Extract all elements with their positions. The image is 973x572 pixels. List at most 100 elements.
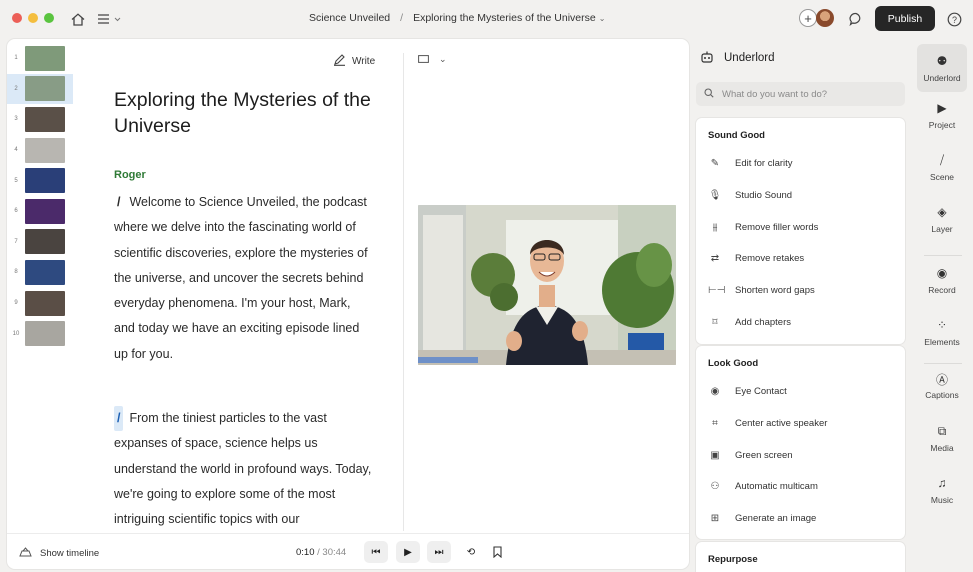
action-item[interactable]: ⇄ Remove retakes	[696, 243, 905, 275]
robot-icon	[700, 50, 714, 66]
scene-thumbnail[interactable]: 8	[7, 257, 73, 288]
close-window-button[interactable]	[12, 13, 22, 23]
minimize-window-button[interactable]	[28, 13, 38, 23]
script-editor: 1 2 3 4 5 6 7 8 9 10 Write ⌄ Exploring the Myster…	[7, 39, 689, 569]
action-item[interactable]: ✎ Edit for clarity	[696, 148, 905, 180]
scene-number: 6	[14, 208, 18, 215]
transcript-paragraph[interactable]: / Welcome to Science Unveiled, the podcas…	[114, 190, 374, 367]
rail-label: Project	[928, 120, 956, 130]
comment-icon[interactable]	[846, 9, 866, 29]
loop-button[interactable]: ⟲	[459, 541, 483, 563]
bookmark-button[interactable]	[485, 541, 509, 563]
filler-words-icon: ⫵	[712, 221, 718, 233]
loop-icon: ⟲	[466, 546, 476, 558]
scene-number: 4	[14, 147, 18, 154]
scene-thumbnail-image	[25, 321, 65, 347]
scene-marker[interactable]: /	[114, 190, 123, 215]
scene-thumbnail-image	[25, 259, 65, 285]
rail-item-scene[interactable]: ⧸ Scene	[917, 153, 967, 182]
home-icon[interactable]	[68, 9, 88, 29]
action-item[interactable]: ⚇ Automatic multicam	[696, 471, 905, 503]
play-icon: ▶	[404, 546, 412, 558]
rail-label: Captions	[925, 390, 959, 400]
action-item[interactable]: ▣ Green screen	[696, 439, 905, 471]
music-icon: ♫	[937, 476, 947, 490]
rail-label: Layer	[931, 224, 953, 234]
menu-icon[interactable]	[96, 9, 124, 29]
transcript-paragraph[interactable]: / From the tiniest particles to the vast …	[114, 406, 374, 532]
layout-icon	[418, 54, 429, 65]
scene-thumbnail[interactable]: 4	[7, 135, 73, 166]
video-preview[interactable]	[418, 205, 676, 365]
search-icon	[704, 87, 714, 101]
show-timeline-button[interactable]: Show timeline	[19, 547, 99, 560]
panel-divider[interactable]	[403, 53, 404, 531]
pen-icon	[333, 53, 346, 69]
rail-item-project[interactable]: ▶ Project	[917, 101, 967, 130]
generate-image-icon: ⊞	[710, 513, 720, 525]
rail-label: Music	[930, 495, 954, 505]
add-collaborator-button[interactable]: +	[799, 9, 817, 27]
scene-number: 1	[14, 55, 18, 62]
write-mode-button[interactable]: Write	[333, 53, 375, 69]
center-speaker-icon: ⌗	[712, 418, 718, 430]
action-label: Center active speaker	[735, 418, 828, 430]
action-label: Green screen	[735, 449, 793, 461]
maximize-window-button[interactable]	[44, 13, 54, 23]
document-title[interactable]: Exploring the Mysteries of the Universe	[114, 87, 394, 139]
captions-icon: Ⓐ	[935, 373, 948, 387]
speaker-label[interactable]: Roger	[114, 169, 146, 181]
scene-thumbnail[interactable]: 5	[7, 165, 73, 196]
action-item[interactable]: ◉ Eye Contact	[696, 376, 905, 408]
action-item[interactable]: ⊞ Generate an image	[696, 503, 905, 535]
help-icon[interactable]: ?	[944, 9, 964, 29]
scene-thumbnail[interactable]: 9	[7, 288, 73, 319]
breadcrumb-project[interactable]: Science Unveiled	[309, 12, 390, 24]
avatar[interactable]	[816, 9, 834, 27]
paragraph-text: Welcome to Science Unveiled, the podcast…	[114, 195, 368, 361]
rail-item-elements[interactable]: ⁘ Elements	[917, 318, 967, 347]
chevron-down-icon[interactable]: ⌄	[599, 12, 606, 24]
window-controls	[12, 13, 54, 23]
skip-back-button[interactable]: ⏮	[364, 541, 388, 563]
play-button[interactable]: ▶	[396, 541, 420, 563]
action-item[interactable]: 🎙 Studio Sound	[696, 180, 905, 212]
underlord-search-input[interactable]: What do you want to do?	[696, 82, 905, 106]
rail-item-media[interactable]: ⧉ Media	[917, 424, 967, 453]
breadcrumb: Science Unveiled / Exploring the Mysteri…	[309, 12, 605, 24]
action-card: Look Good ◉ Eye Contact ⌗ Center active spea…	[696, 346, 905, 539]
scene-thumbnail[interactable]: 7	[7, 227, 73, 258]
scene-thumbnail-image	[25, 290, 65, 316]
scene-marker-active[interactable]: /	[114, 406, 124, 432]
rail-item-captions[interactable]: Ⓐ Captions	[917, 371, 967, 400]
scene-number: 2	[14, 85, 18, 92]
scene-thumbnail[interactable]: 10	[7, 318, 73, 349]
scene-thumbnail[interactable]: 6	[7, 196, 73, 227]
action-item[interactable]: ⌑ Add chapters	[696, 306, 905, 338]
scene-thumbnail-image	[25, 106, 65, 132]
layer-icon: ◈	[937, 205, 947, 219]
underlord-title: Underlord	[724, 52, 775, 64]
card-title: Repurpose	[708, 554, 758, 565]
action-label: Add chapters	[735, 316, 791, 328]
title-bar: Science Unveiled / Exploring the Mysteri…	[0, 0, 973, 38]
scene-thumbnail[interactable]: 1	[7, 43, 73, 74]
publish-button[interactable]: Publish	[875, 6, 935, 31]
action-item[interactable]: ⊢⊣ Shorten word gaps	[696, 275, 905, 307]
scene-icon: ⧸	[939, 153, 945, 167]
rail-item-music[interactable]: ♫ Music	[917, 476, 967, 505]
show-timeline-label: Show timeline	[40, 548, 100, 559]
layout-toggle[interactable]: ⌄	[418, 54, 447, 65]
rail-item-underlord[interactable]: ⚉ Underlord	[917, 44, 967, 92]
action-item[interactable]: ⌗ Center active speaker	[696, 408, 905, 440]
green-screen-icon: ▣	[710, 449, 720, 461]
scene-thumbnail[interactable]: 2	[7, 73, 73, 105]
rail-item-layer[interactable]: ◈ Layer	[917, 205, 967, 234]
breadcrumb-file[interactable]: Exploring the Mysteries of the Universe	[413, 12, 596, 24]
action-item[interactable]: ⫵ Remove filler words	[696, 211, 905, 243]
scene-thumbnail[interactable]: 3	[7, 104, 73, 135]
scene-number: 8	[14, 269, 18, 276]
skip-forward-button[interactable]: ⏭	[427, 541, 451, 563]
rail-item-record[interactable]: ◉ Record	[917, 266, 967, 295]
studio-sound-icon: 🎙	[708, 190, 722, 202]
